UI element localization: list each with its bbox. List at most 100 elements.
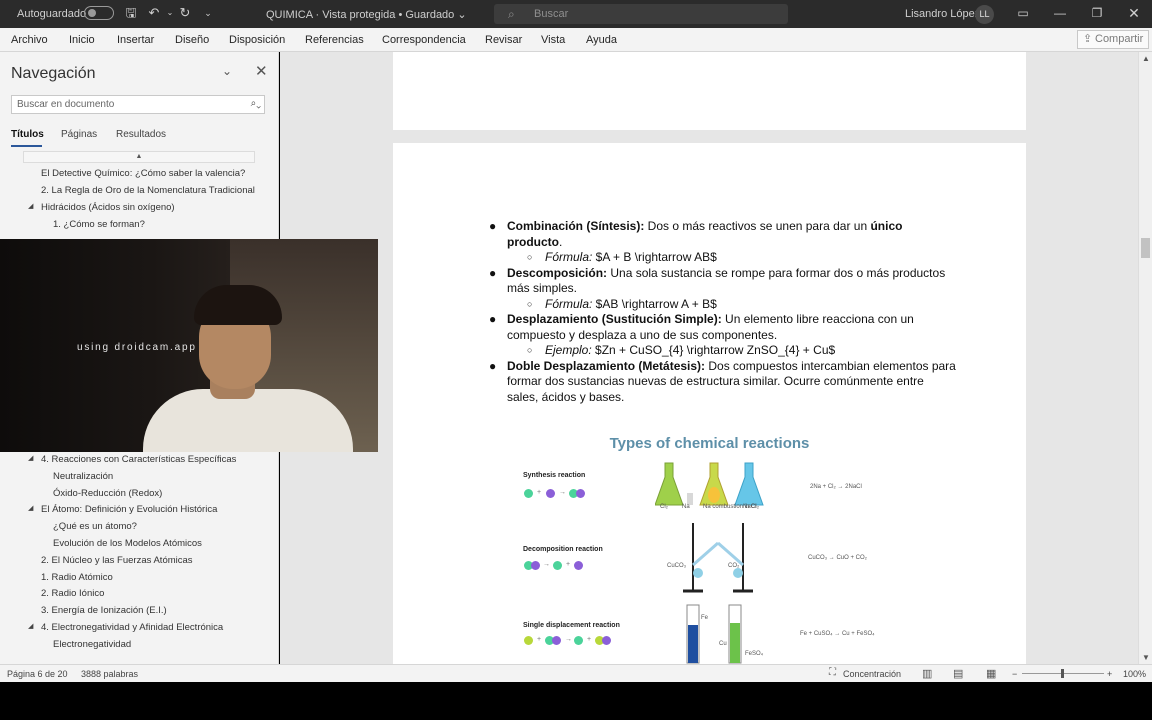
plus-sign: +	[537, 489, 542, 496]
page-count[interactable]: Página 6 de 20	[7, 669, 68, 679]
nav-item[interactable]: ◢ El Átomo: Definición y Evolución Histór…	[28, 504, 218, 515]
sub-text: $Zn + CuSO_{4} \rightarrow ZnSO_{4} + Cu…	[591, 343, 836, 357]
sub-label: Fórmula:	[545, 296, 593, 311]
tab-titulos[interactable]: Títulos	[11, 129, 44, 140]
expand-triangle-icon[interactable]: ◢	[28, 504, 33, 512]
nav-item[interactable]: 2. La Regla de Oro de la Nomenclatura Tr…	[41, 185, 255, 196]
chevron-down-icon[interactable]: ⌄	[222, 64, 232, 78]
document-area[interactable]: ● Combinación (Síntesis): Dos o más react…	[280, 52, 1138, 664]
tab-referencias[interactable]: Referencias	[305, 34, 364, 46]
close-icon[interactable]: ✕	[255, 62, 268, 80]
focus-mode-label[interactable]: Concentración	[843, 669, 901, 679]
page-previous	[393, 52, 1026, 130]
nav-item[interactable]: ¿Qué es un átomo?	[53, 521, 137, 532]
document-title[interactable]: QUIMICA · Vista protegida • Guardado ⌄	[266, 8, 467, 21]
nav-item[interactable]: 1. Radio Atómico	[41, 572, 113, 583]
tab-diseno[interactable]: Diseño	[175, 34, 209, 46]
webcam-person-hair	[194, 285, 282, 325]
sub-item: ○ Fórmula: $A + B \rightarrow AB$	[527, 250, 717, 264]
read-mode-icon[interactable]: ▥	[922, 667, 932, 680]
word-count[interactable]: 3888 palabras	[81, 669, 138, 679]
scroll-up-button[interactable]: ▲	[23, 151, 255, 163]
tab-disposicion[interactable]: Disposición	[229, 34, 285, 46]
nav-item-label: El Átomo: Definición y Evolución Históri…	[41, 504, 218, 515]
nav-search-input[interactable]: Buscar en documento ⌕⌄	[11, 95, 265, 114]
autosave-toggle[interactable]	[84, 6, 114, 20]
share-button[interactable]: ⇪ Compartir	[1077, 30, 1149, 49]
nav-item[interactable]: Óxido-Reducción (Redox)	[53, 488, 162, 499]
equation-text: 2Na + Cl₂ → 2NaCl	[810, 484, 862, 490]
zoom-slider-thumb[interactable]	[1061, 669, 1064, 678]
minimize-icon[interactable]: —	[1050, 4, 1070, 22]
close-window-icon[interactable]: ✕	[1124, 4, 1144, 22]
nav-item[interactable]: 1. ¿Cómo se forman?	[53, 219, 145, 230]
flask-label: CuCO₃	[667, 563, 687, 569]
equation-text: CuCO₃ → CuO + CO₂	[808, 555, 867, 561]
expand-triangle-icon[interactable]: ◢	[28, 622, 33, 630]
nav-item[interactable]: Evolución de los Modelos Atómicos	[53, 538, 202, 549]
sub-text: $AB \rightarrow A + B$	[592, 296, 717, 311]
nav-item[interactable]: El Detective Químico: ¿Cómo saber la val…	[41, 168, 245, 179]
bullet-title: Combinación (Síntesis):	[507, 219, 645, 233]
print-layout-icon[interactable]: ▤	[953, 667, 963, 680]
flask-label: CO₂	[728, 563, 740, 569]
test-tubes-illustration	[686, 604, 742, 664]
ribbon-display-icon[interactable]: ▭	[1013, 4, 1033, 22]
sub-label: Fórmula:	[545, 250, 593, 264]
search-icon: ⌕	[508, 7, 515, 21]
scroll-up-arrow-icon[interactable]: ▲	[1142, 54, 1150, 63]
share-label: Compartir	[1095, 33, 1144, 45]
tab-archivo[interactable]: Archivo	[11, 34, 48, 46]
nav-item-label: 4. Electronegatividad y Afinidad Electró…	[41, 622, 224, 633]
nav-item-label: 2. El Núcleo y las Fuerzas Atómicas	[41, 555, 193, 566]
ribbon-tabs: Archivo Inicio Insertar Diseño Disposici…	[0, 28, 1152, 52]
expand-triangle-icon[interactable]: ◢	[28, 202, 33, 210]
nav-item[interactable]: Electronegatividad	[53, 639, 131, 650]
tab-resultados[interactable]: Resultados	[116, 129, 166, 140]
nav-item-label: 4. Reacciones con Características Especí…	[41, 454, 237, 465]
zoom-out-icon[interactable]: −	[1012, 669, 1017, 679]
nav-item[interactable]: 3. Energía de Ionización (E.I.)	[41, 605, 167, 616]
tab-ayuda[interactable]: Ayuda	[586, 34, 617, 46]
scrollbar-thumb[interactable]	[1141, 238, 1150, 258]
zoom-level[interactable]: 100%	[1123, 669, 1146, 679]
focus-icon[interactable]: ⛶	[829, 667, 836, 678]
tab-correspondencia[interactable]: Correspondencia	[382, 34, 466, 46]
nav-item-label: Neutralización	[53, 471, 114, 482]
undo-dropdown-icon[interactable]: ⌄	[162, 5, 178, 21]
sub-item: ○ Fórmula: $AB \rightarrow A + B$	[527, 296, 717, 311]
tab-paginas[interactable]: Páginas	[61, 129, 97, 140]
page-current[interactable]: ● Combinación (Síntesis): Dos o más react…	[393, 143, 1026, 664]
customize-toolbar-icon[interactable]: ⌄	[200, 5, 216, 21]
nav-item[interactable]: ◢ Hidrácidos (Ácidos sin oxígeno)	[28, 202, 175, 213]
nav-item[interactable]: ◢ 4. Electronegatividad y Afinidad Electr…	[28, 622, 224, 633]
equation-text: Fe + CuSO₄ → Cu + FeSO₄	[800, 631, 875, 637]
nav-item[interactable]: Neutralización	[53, 471, 113, 482]
active-tab-indicator	[11, 145, 42, 147]
tab-revisar[interactable]: Revisar	[485, 34, 522, 46]
undo-icon[interactable]: ↶	[146, 5, 162, 21]
bullet-tail: .	[559, 234, 563, 249]
web-layout-icon[interactable]: ▦	[986, 667, 996, 680]
tab-inicio[interactable]: Inicio	[69, 34, 95, 46]
sub-text: $A + B \rightarrow AB$	[592, 250, 717, 264]
redo-icon[interactable]: ↻	[177, 5, 193, 21]
nav-item-label: Óxido-Reducción (Redox)	[53, 488, 163, 499]
expand-triangle-icon[interactable]: ◢	[28, 454, 33, 462]
bullet-title: Desplazamiento (Sustitución Simple):	[507, 312, 722, 326]
vertical-scrollbar[interactable]: ▲ ▼	[1138, 52, 1152, 664]
save-icon[interactable]: 🖫	[123, 5, 139, 21]
tab-insertar[interactable]: Insertar	[117, 34, 154, 46]
nav-item[interactable]: 2. El Núcleo y las Fuerzas Atómicas	[41, 555, 193, 566]
nav-item[interactable]: ◢ 4. Reacciones con Características Espec…	[28, 454, 237, 465]
user-name[interactable]: Lisandro López	[905, 8, 980, 20]
restore-icon[interactable]: ❐	[1087, 4, 1107, 22]
zoom-in-icon[interactable]: +	[1107, 669, 1112, 679]
decomposition-apparatus-illustration	[683, 523, 753, 593]
avatar[interactable]: LL	[975, 5, 994, 24]
search-box[interactable]: ⌕ Buscar	[494, 4, 788, 24]
scroll-down-arrow-icon[interactable]: ▼	[1142, 653, 1150, 662]
tab-vista[interactable]: Vista	[541, 34, 565, 46]
search-icon[interactable]: ⌕⌄	[251, 98, 261, 109]
nav-item[interactable]: 2. Radio Iónico	[41, 588, 104, 599]
